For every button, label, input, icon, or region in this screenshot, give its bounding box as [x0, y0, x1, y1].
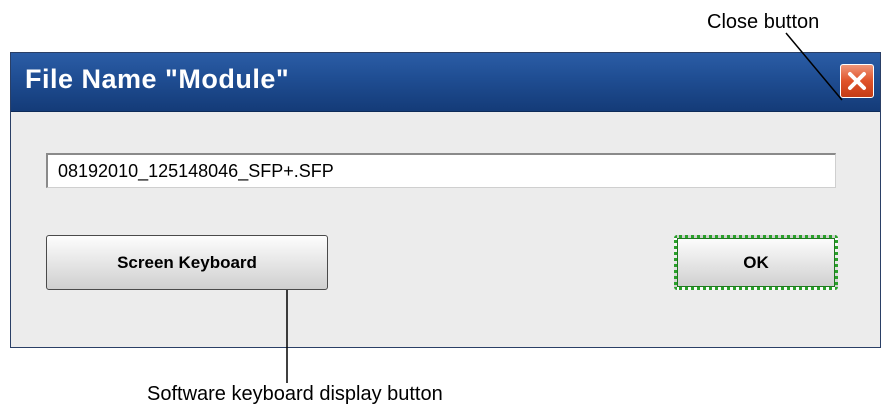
screen-keyboard-button[interactable]: Screen Keyboard [46, 235, 328, 290]
screenshot-canvas: Close button File Name "Module" Screen K… [0, 0, 890, 419]
dialog-title: File Name "Module" [25, 64, 290, 94]
keyboard-button-annotation: Software keyboard display button [147, 383, 443, 405]
file-name-input[interactable] [46, 153, 836, 188]
close-button[interactable] [840, 64, 874, 98]
close-button-annotation: Close button [707, 11, 820, 33]
close-x-icon [848, 72, 866, 90]
file-name-dialog: File Name "Module" Screen Keyboard OK [10, 52, 881, 348]
ok-button[interactable]: OK [674, 235, 838, 290]
dialog-body: Screen Keyboard OK [11, 112, 880, 347]
dialog-titlebar: File Name "Module" [11, 53, 880, 112]
